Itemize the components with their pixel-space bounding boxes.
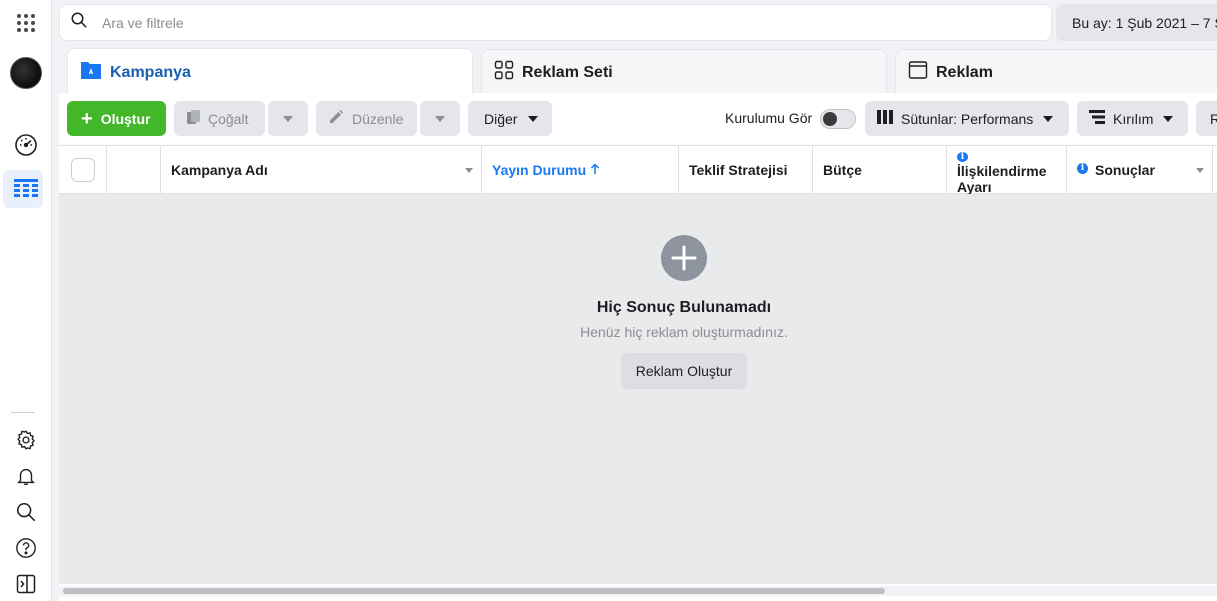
scrollbar-thumb[interactable] xyxy=(63,588,885,594)
column-header-delivery[interactable]: Yayın Durumu xyxy=(482,146,679,194)
sidebar-toggle-icon[interactable] xyxy=(0,572,52,596)
pencil-icon xyxy=(328,109,344,128)
dashboard-gauge-icon[interactable] xyxy=(0,132,52,158)
add-circle-icon xyxy=(661,235,707,281)
column-label: Yayın Durumu xyxy=(492,162,587,178)
more-button[interactable]: Diğer xyxy=(468,101,552,136)
create-button[interactable]: + Oluştur xyxy=(67,101,166,136)
horizontal-scrollbar[interactable] xyxy=(59,586,1217,596)
duplicate-button[interactable]: Çoğalt xyxy=(174,101,265,136)
edit-button[interactable]: Düzenle xyxy=(316,101,417,136)
column-label: İlişkilendirme Ayarı xyxy=(957,163,1047,194)
columns-button-label: Sütunlar: Performans xyxy=(901,110,1034,127)
ad-set-grid-icon xyxy=(494,60,514,85)
tab-ad-set[interactable]: Reklam Seti xyxy=(481,49,887,95)
chevron-down-icon xyxy=(1163,115,1174,122)
select-all-checkbox[interactable] xyxy=(71,158,95,182)
tab-campaign[interactable]: Kampanya xyxy=(67,48,473,96)
column-label: Teklif Stratejisi xyxy=(689,162,788,178)
columns-icon xyxy=(877,110,893,127)
more-button-label: Diğer xyxy=(484,110,518,127)
empty-state-title: Hiç Sonuç Bulunamadı xyxy=(596,299,772,316)
sort-up-arrow-icon xyxy=(590,162,600,178)
overflow-button-label: R xyxy=(1210,110,1217,127)
chevron-down-icon xyxy=(435,115,445,122)
ads-manager-table-icon[interactable] xyxy=(0,176,52,202)
column-label: Sonuçlar xyxy=(1095,162,1155,178)
column-label: Kampanya Adı xyxy=(171,162,268,178)
apps-grid-icon[interactable] xyxy=(0,10,52,36)
empty-state-subtitle: Henüz hiç reklam oluşturmadınız. xyxy=(580,324,788,340)
column-header-attribution[interactable]: i İlişkilendirme Ayarı xyxy=(947,146,1067,194)
search-icon[interactable] xyxy=(0,500,52,524)
column-header-bid-strategy[interactable]: Teklif Stratejisi xyxy=(679,146,813,194)
date-range-picker[interactable]: Bu ay: 1 Şub 2021 – 7 Ş xyxy=(1056,4,1217,41)
tab-label: Kampanya xyxy=(110,63,191,81)
campaign-panel: + Oluştur Çoğalt Düzenle Diğer Kurulumu … xyxy=(59,93,1217,601)
tab-label: Reklam xyxy=(936,63,993,81)
breakdown-icon xyxy=(1089,110,1105,127)
rail-divider xyxy=(11,412,35,413)
create-button-label: Oluştur xyxy=(100,110,151,127)
duplicate-dropdown-button[interactable] xyxy=(268,101,308,136)
create-ad-button[interactable]: Reklam Oluştur xyxy=(621,353,747,389)
view-setup-label: Kurulumu Gör xyxy=(725,110,813,126)
chevron-down-icon xyxy=(1043,115,1054,122)
column-header-campaign-name[interactable]: Kampanya Adı xyxy=(161,146,482,194)
tab-ad[interactable]: Reklam xyxy=(895,49,1217,95)
info-icon[interactable]: i xyxy=(957,152,968,162)
tab-label: Reklam Seti xyxy=(522,63,613,81)
avatar xyxy=(10,57,42,89)
column-label: Bütçe xyxy=(823,162,862,178)
overflow-button[interactable]: R xyxy=(1196,101,1217,136)
left-rail xyxy=(0,0,52,601)
chevron-down-icon xyxy=(1196,168,1204,173)
search-icon xyxy=(70,11,88,34)
account-avatar[interactable] xyxy=(0,56,52,90)
search-filter-bar[interactable]: Ara ve filtrele xyxy=(59,4,1052,41)
campaign-folder-icon xyxy=(80,60,102,85)
select-all-cell xyxy=(59,146,107,194)
ad-window-icon xyxy=(908,60,928,85)
search-input[interactable]: Ara ve filtrele xyxy=(102,15,184,31)
info-icon[interactable]: i xyxy=(1077,162,1088,174)
chevron-down-icon xyxy=(465,168,473,173)
chevron-down-icon xyxy=(283,115,293,122)
toggle-knob xyxy=(823,112,837,126)
help-icon[interactable] xyxy=(0,536,52,560)
duplicate-button-label: Çoğalt xyxy=(208,110,249,127)
breakdown-button-label: Kırılım xyxy=(1113,110,1154,127)
empty-state: Hiç Sonuç Bulunamadı Henüz hiç reklam ol… xyxy=(59,194,1217,584)
column-header-results[interactable]: i Sonuçlar xyxy=(1067,146,1213,194)
view-setup-toggle[interactable] xyxy=(820,109,856,129)
gear-icon[interactable] xyxy=(0,428,52,452)
status-toggle-column xyxy=(107,146,161,194)
columns-button[interactable]: Sütunlar: Performans xyxy=(865,101,1069,136)
duplicate-icon xyxy=(186,109,202,128)
edit-button-label: Düzenle xyxy=(352,110,404,127)
table-header: Kampanya Adı Yayın Durumu Teklif Stratej… xyxy=(59,145,1217,194)
column-header-budget[interactable]: Bütçe xyxy=(813,146,947,194)
plus-icon: + xyxy=(81,107,93,130)
breakdown-button[interactable]: Kırılım xyxy=(1077,101,1188,136)
chevron-down-icon xyxy=(528,115,538,122)
bell-icon[interactable] xyxy=(0,464,52,488)
edit-dropdown-button[interactable] xyxy=(420,101,460,136)
